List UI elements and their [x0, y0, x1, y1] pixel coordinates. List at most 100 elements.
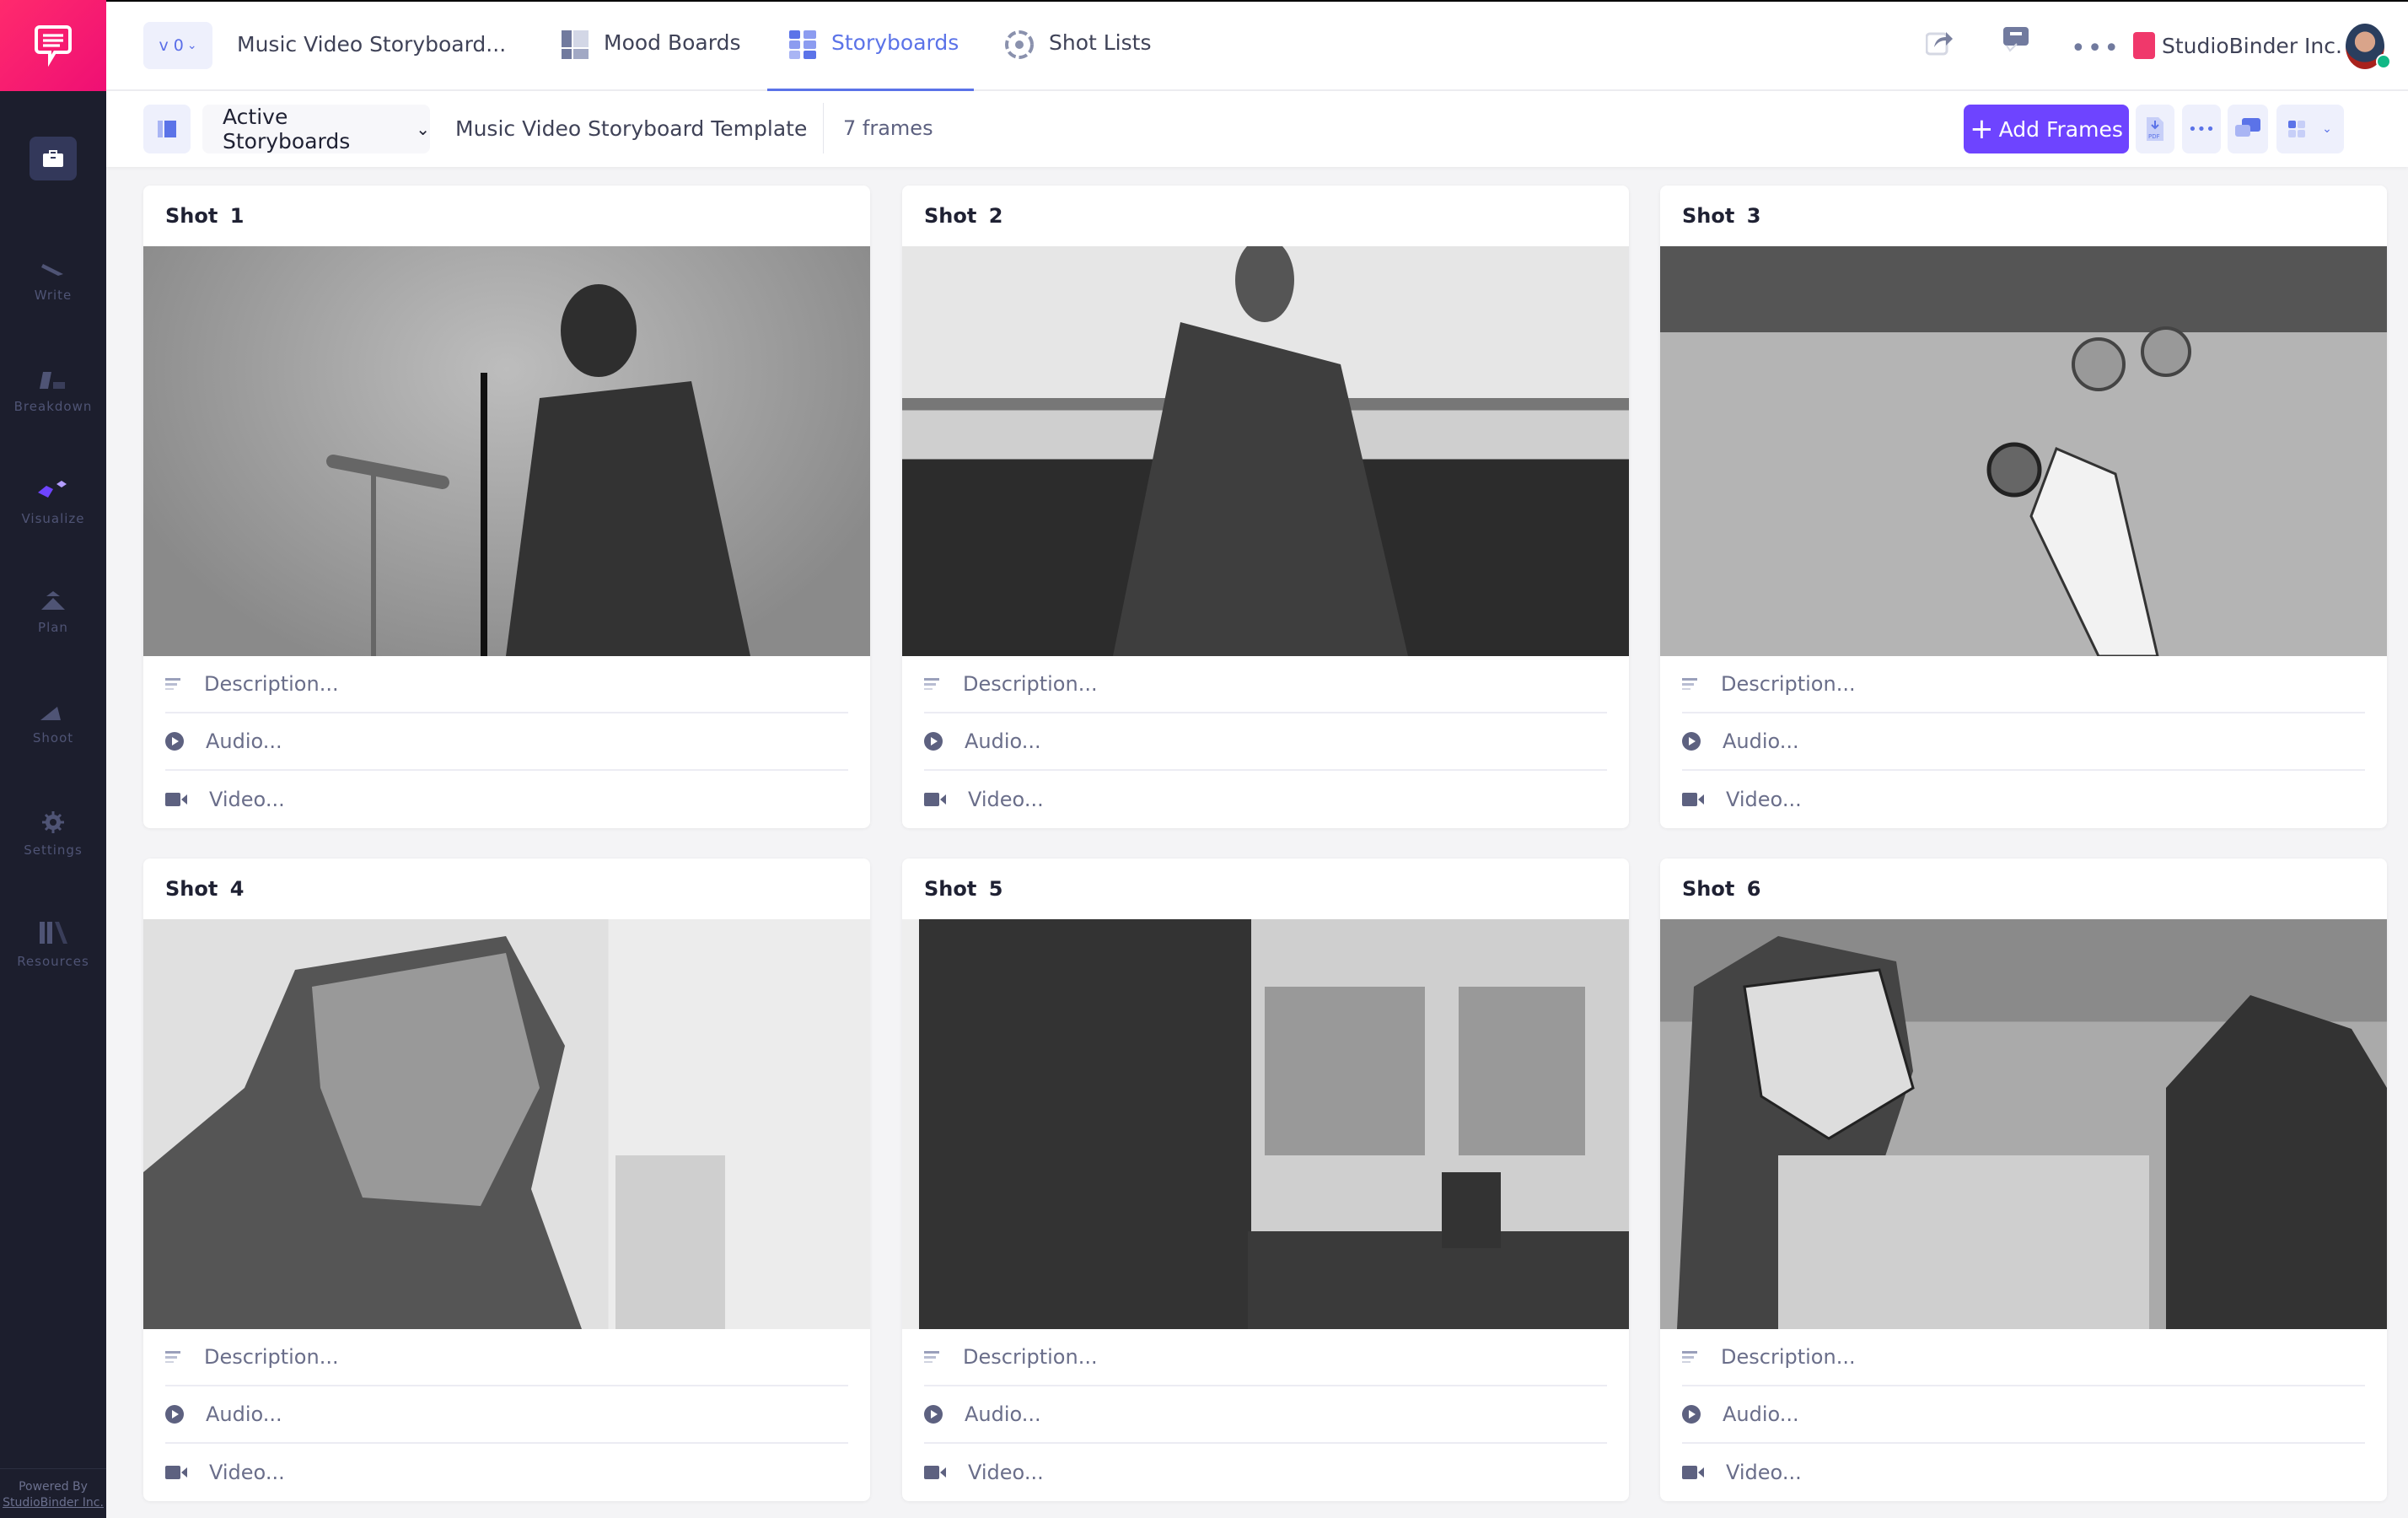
- studiobinder-logo[interactable]: [0, 0, 106, 91]
- comments-button[interactable]: [2003, 27, 2029, 52]
- storyboard-name[interactable]: Music Video Storyboard Template: [455, 116, 807, 141]
- shot-frame-image[interactable]: [143, 246, 870, 656]
- books-icon: [40, 921, 67, 944]
- version-dropdown[interactable]: v 0 ⌄: [143, 22, 212, 69]
- shot-card[interactable]: Shot 6 Description... Audio... Video...: [1660, 859, 2387, 1501]
- video-field[interactable]: Video...: [924, 1444, 1607, 1501]
- tab-mood-boards[interactable]: Mood Boards: [562, 25, 740, 93]
- description-field[interactable]: Description...: [1682, 1329, 2365, 1386]
- export-pdf-button[interactable]: PDF: [2136, 105, 2174, 153]
- shot-card[interactable]: Shot 4 Description... Audio... Video...: [143, 859, 870, 1501]
- tab-shot-lists[interactable]: Shot Lists: [1005, 25, 1151, 93]
- pdf-label: PDF: [2148, 133, 2160, 140]
- add-frames-button[interactable]: + Add Frames: [1964, 105, 2129, 153]
- shot-card[interactable]: Shot 1 Description... Audio... Video...: [143, 186, 870, 828]
- audio-field[interactable]: Audio...: [165, 1386, 848, 1444]
- shot-title[interactable]: Shot 4: [143, 859, 870, 919]
- user-avatar[interactable]: [2346, 24, 2391, 69]
- video-placeholder: Video...: [209, 1461, 285, 1484]
- shot-frame-image[interactable]: [1660, 919, 2387, 1329]
- video-camera-icon: [1682, 793, 1704, 806]
- sidebar-item-visualize[interactable]: Visualize: [0, 447, 106, 557]
- sidebar-item-home[interactable]: [0, 91, 106, 226]
- shot-title[interactable]: Shot 5: [902, 859, 1629, 919]
- shot-frame-image[interactable]: [902, 919, 1629, 1329]
- chat-icon: [2235, 118, 2260, 137]
- sidebar-item-write[interactable]: Write: [0, 226, 106, 336]
- chevron-down-icon: ⌄: [2322, 122, 2332, 136]
- company-switcher[interactable]: StudioBinder Inc.: [2133, 32, 2342, 59]
- shot-frame-image[interactable]: [143, 919, 870, 1329]
- storyboard-toolbar: Active Storyboards ⌄ Music Video Storyboa…: [106, 91, 2408, 167]
- storyboard-grid: Shot 1 Description... Audio... Video... …: [106, 167, 2408, 1518]
- gear-icon: [42, 810, 64, 833]
- play-circle-icon: [1682, 1405, 1701, 1424]
- video-placeholder: Video...: [1726, 1461, 1802, 1484]
- plus-icon: +: [1970, 112, 1994, 146]
- comments-panel-button[interactable]: [2228, 105, 2268, 153]
- video-camera-icon: [165, 1466, 187, 1479]
- shot-title[interactable]: Shot 6: [1660, 859, 2387, 919]
- video-field[interactable]: Video...: [924, 771, 1607, 828]
- audio-field[interactable]: Audio...: [1682, 713, 2365, 771]
- online-status-dot: [2376, 54, 2391, 69]
- video-field[interactable]: Video...: [1682, 771, 2365, 828]
- video-field[interactable]: Video...: [165, 1444, 848, 1501]
- more-icon: •••: [2188, 120, 2215, 138]
- audio-field[interactable]: Audio...: [924, 713, 1607, 771]
- audio-field[interactable]: Audio...: [1682, 1386, 2365, 1444]
- aperture-icon: [1005, 30, 1034, 59]
- tab-storyboards[interactable]: Storyboards: [767, 25, 975, 93]
- shot-title[interactable]: Shot 1: [143, 186, 870, 246]
- shot-card[interactable]: Shot 5 Description... Audio... Video...: [902, 859, 1629, 1501]
- description-field[interactable]: Description...: [1682, 656, 2365, 713]
- video-placeholder: Video...: [968, 788, 1044, 811]
- sidebar-item-plan[interactable]: Plan: [0, 557, 106, 668]
- powered-by: Powered By StudioBinder Inc.: [0, 1468, 106, 1518]
- description-placeholder: Description...: [963, 1345, 1098, 1369]
- video-camera-icon: [1682, 1466, 1704, 1479]
- comment-check-icon: [2003, 27, 2029, 52]
- mood-board-icon: [562, 30, 589, 59]
- video-field[interactable]: Video...: [1682, 1444, 2365, 1501]
- avatar: [2346, 24, 2391, 69]
- description-field[interactable]: Description...: [165, 656, 848, 713]
- more-options-button[interactable]: •••: [2071, 34, 2120, 63]
- share-button[interactable]: [1926, 27, 1953, 56]
- play-circle-icon: [165, 1405, 184, 1424]
- description-field[interactable]: Description...: [924, 1329, 1607, 1386]
- video-camera-icon: [924, 793, 946, 806]
- description-field[interactable]: Description...: [165, 1329, 848, 1386]
- sidebar-item-resources[interactable]: Resources: [0, 889, 106, 999]
- storyboard-filter-dropdown[interactable]: Active Storyboards ⌄: [202, 105, 430, 153]
- breakdown-icon: [40, 371, 65, 389]
- top-bar: v 0 ⌄ Music Video Storyboard... Mood Boar…: [106, 0, 2408, 93]
- description-field[interactable]: Description...: [924, 656, 1607, 713]
- shot-frame-image[interactable]: [902, 246, 1629, 656]
- video-field[interactable]: Video...: [165, 771, 848, 828]
- shoot-icon: [40, 706, 61, 720]
- more-icon: •••: [2071, 34, 2121, 63]
- toggle-panel-button[interactable]: [143, 105, 191, 153]
- more-actions-button[interactable]: •••: [2182, 105, 2221, 153]
- shot-title[interactable]: Shot 3: [1660, 186, 2387, 246]
- play-circle-icon: [924, 1405, 943, 1424]
- sidebar-item-shoot[interactable]: Shoot: [0, 668, 106, 778]
- audio-placeholder: Audio...: [1723, 729, 1799, 753]
- visualize-icon: [38, 480, 67, 498]
- audio-field[interactable]: Audio...: [165, 713, 848, 771]
- shot-title[interactable]: Shot 2: [902, 186, 1629, 246]
- sidebar: Write Breakdown Visualize Plan Shoot Set…: [0, 0, 106, 1518]
- audio-placeholder: Audio...: [965, 1402, 1041, 1426]
- shot-card[interactable]: Shot 2 Description... Audio... Video...: [902, 186, 1629, 828]
- company-logo: [2133, 32, 2155, 59]
- shot-card[interactable]: Shot 3 Description... Audio... Video...: [1660, 186, 2387, 828]
- audio-field[interactable]: Audio...: [924, 1386, 1607, 1444]
- sidebar-item-settings[interactable]: Settings: [0, 778, 106, 889]
- audio-placeholder: Audio...: [206, 1402, 282, 1426]
- project-title[interactable]: Music Video Storyboard...: [237, 32, 506, 57]
- description-placeholder: Description...: [1721, 1345, 1856, 1369]
- shot-frame-image[interactable]: [1660, 246, 2387, 656]
- view-mode-dropdown[interactable]: ⌄: [2276, 105, 2344, 153]
- sidebar-item-breakdown[interactable]: Breakdown: [0, 336, 106, 447]
